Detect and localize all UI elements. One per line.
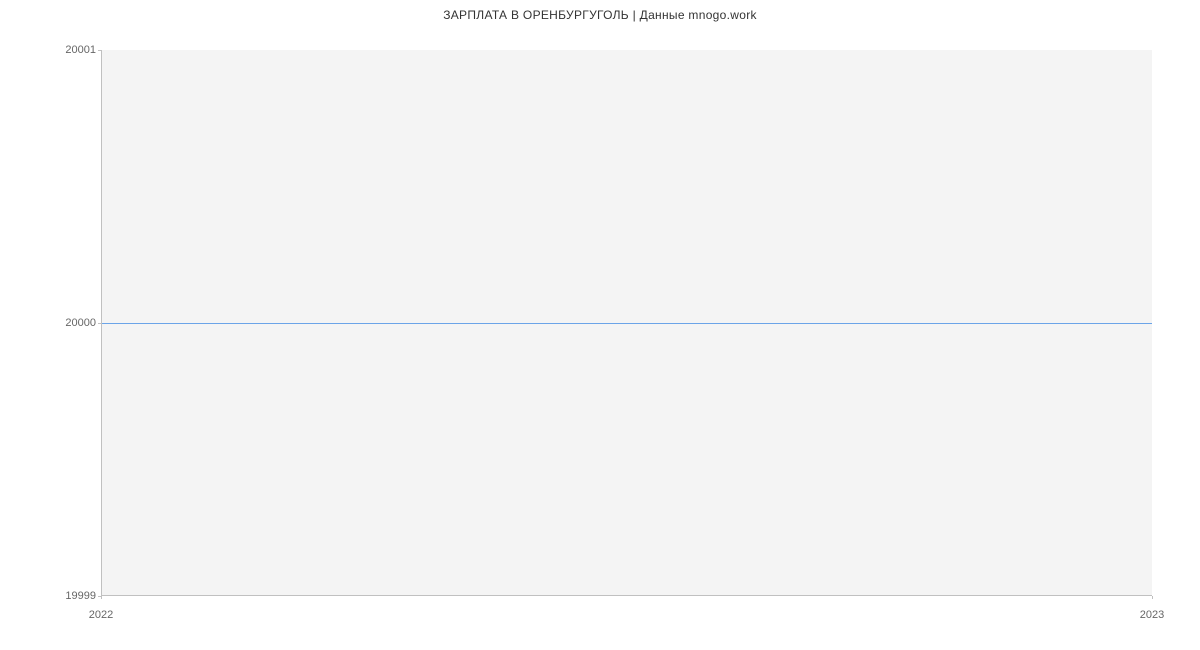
x-axis-tick-label: 2022 <box>89 609 113 621</box>
y-axis-tick-label: 19999 <box>65 590 96 602</box>
x-axis-tick-label: 2023 <box>1140 609 1164 621</box>
plot-area <box>101 50 1152 596</box>
y-axis-tick-label: 20001 <box>65 44 96 56</box>
data-line <box>102 323 1152 324</box>
chart-container: ЗАРПЛАТА В ОРЕНБУРГУГОЛЬ | Данные mnogo.… <box>0 0 1200 620</box>
chart-title: ЗАРПЛАТА В ОРЕНБУРГУГОЛЬ | Данные mnogo.… <box>0 8 1200 22</box>
x-axis-tick-mark <box>1152 596 1153 599</box>
y-axis-tick-label: 20000 <box>65 317 96 329</box>
x-axis-tick-mark <box>101 596 102 599</box>
